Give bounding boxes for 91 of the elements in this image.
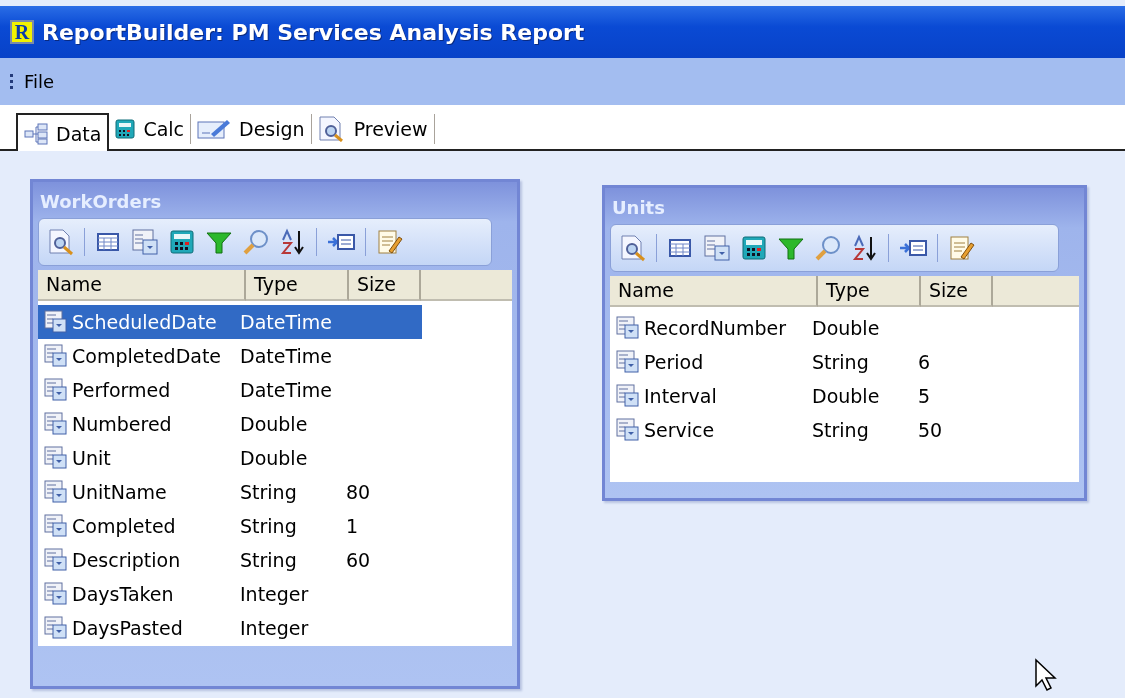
field-row[interactable]: CompletedDate DateTime	[38, 339, 422, 373]
field-icon	[44, 616, 68, 640]
field-name: Service	[644, 419, 716, 441]
field-row[interactable]: UnitName String 80	[38, 475, 422, 509]
field-name: Performed	[72, 379, 172, 401]
field-icon	[44, 480, 68, 504]
tab[interactable]: Preview	[311, 114, 435, 144]
field-name: CompletedDate	[72, 345, 223, 367]
tab[interactable]: Calc	[109, 114, 191, 144]
field-name: ScheduledDate	[72, 311, 218, 333]
table-title: WorkOrders	[39, 190, 163, 214]
field-size: 6	[918, 351, 931, 373]
field-name: DaysPasted	[72, 617, 184, 639]
field-icon	[616, 384, 640, 408]
field-row[interactable]: Completed String 1	[38, 509, 422, 543]
field-name: Completed	[72, 515, 177, 537]
edit-form-icon	[197, 118, 231, 140]
tab[interactable]: Data	[16, 113, 110, 151]
field-name: UnitName	[72, 481, 168, 503]
table-window[interactable]	[30, 179, 520, 689]
mouse-pointer-icon	[1034, 658, 1058, 692]
field-size: 50	[918, 419, 943, 441]
field-name: Period	[644, 351, 705, 373]
field-name: RecordNumber	[644, 317, 787, 339]
field-icon	[44, 378, 68, 402]
field-icon	[44, 344, 68, 368]
field-row[interactable]: DaysPasted Integer	[38, 611, 422, 645]
field-row[interactable]: Description String 60	[38, 543, 422, 577]
field-icon	[44, 310, 68, 334]
field-type: String	[812, 351, 870, 373]
field-list-icon[interactable]	[703, 234, 731, 262]
diagram-icon	[24, 123, 48, 145]
calculator-icon[interactable]	[740, 234, 768, 262]
window-title: ReportBuilder: PM Services Analysis Report	[42, 19, 585, 45]
field-type: String	[240, 515, 298, 537]
table-window[interactable]: Units Name Type Size RecordNumber Double Period String 6 Interval Double 5 Service String 50	[602, 185, 1087, 501]
notepad-icon[interactable]	[375, 228, 403, 256]
notepad-icon[interactable]	[947, 234, 975, 262]
field-icon	[44, 446, 68, 470]
field-name: Unit	[72, 447, 112, 469]
field-type: String	[240, 549, 298, 571]
field-row[interactable]: Performed DateTime	[38, 373, 422, 407]
preview-icon[interactable]	[619, 234, 647, 262]
field-type: Double	[812, 317, 881, 339]
field-name: Interval	[644, 385, 718, 407]
preview-icon	[317, 116, 346, 142]
field-row[interactable]: ScheduledDate DateTime	[38, 305, 422, 339]
field-size: 80	[346, 481, 371, 503]
field-icon	[44, 548, 68, 572]
field-row[interactable]: Numbered Double	[38, 407, 422, 441]
field-icon	[44, 514, 68, 538]
field-icon	[616, 418, 640, 442]
field-icon	[44, 412, 68, 436]
field-size: 1	[346, 515, 359, 537]
field-icon	[44, 582, 68, 606]
field-row[interactable]: DaysTaken Integer	[38, 577, 422, 611]
field-row[interactable]: Period String 6	[610, 345, 994, 379]
field-icon	[616, 316, 640, 340]
field-type: Double	[240, 447, 309, 469]
field-size: 5	[918, 385, 931, 407]
table-title: Units	[611, 196, 666, 220]
preview-icon[interactable]	[47, 228, 75, 256]
search-icon[interactable]	[242, 228, 270, 256]
field-list-icon[interactable]	[131, 228, 159, 256]
field-type: Double	[812, 385, 881, 407]
field-type: DateTime	[240, 311, 333, 333]
tab[interactable]: Design	[191, 114, 312, 144]
search-icon[interactable]	[814, 234, 842, 262]
field-row[interactable]: Interval Double 5	[610, 379, 994, 413]
field-size: 60	[346, 549, 371, 571]
field-row[interactable]: RecordNumber Double	[610, 311, 994, 345]
field-type: String	[240, 481, 298, 503]
app-logo: R	[10, 20, 34, 44]
field-name: Numbered	[72, 413, 173, 435]
sort-icon[interactable]	[279, 228, 307, 256]
calculator-icon	[115, 119, 136, 139]
field-type: Double	[240, 413, 309, 435]
field-type: Integer	[240, 583, 310, 605]
grip-icon	[10, 72, 14, 91]
calculator-icon[interactable]	[168, 228, 196, 256]
field-row[interactable]: Unit Double	[38, 441, 422, 475]
field-type: DateTime	[240, 379, 333, 401]
field-name: Description	[72, 549, 182, 571]
field-icon	[616, 350, 640, 374]
field-type: String	[812, 419, 870, 441]
sort-icon[interactable]	[851, 234, 879, 262]
field-type: Integer	[240, 617, 310, 639]
menu-item[interactable]: File	[24, 71, 55, 92]
field-type: DateTime	[240, 345, 333, 367]
field-row[interactable]: Service String 50	[610, 413, 994, 447]
field-name: DaysTaken	[72, 583, 175, 605]
